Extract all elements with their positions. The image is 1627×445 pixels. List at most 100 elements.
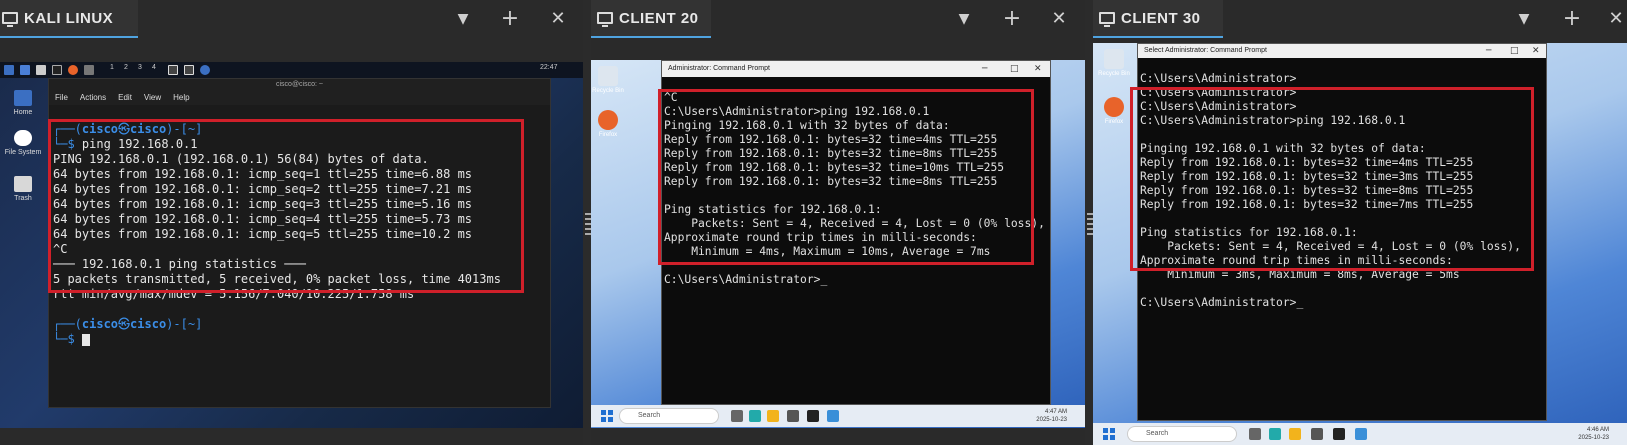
search-box[interactable]: Search [619, 408, 719, 424]
menu-help[interactable]: Help [173, 91, 189, 105]
close-window-button[interactable]: ✕ [1532, 44, 1540, 58]
cmd-taskbar-icon[interactable] [807, 410, 819, 422]
start-button[interactable] [601, 410, 613, 422]
menu-actions[interactable]: Actions [80, 91, 106, 105]
pane-header: KALI LINUX ▼ + ✕ [0, 0, 583, 38]
widgets-icon[interactable] [1269, 428, 1281, 440]
app-icon[interactable] [20, 65, 30, 75]
pane-body: Recycle Bin Firefox Select Administrator… [1093, 38, 1627, 445]
desktop-icon-label: Firefox [598, 132, 618, 138]
dropdown-button[interactable]: ▼ [1511, 6, 1537, 32]
start-button[interactable] [1103, 428, 1115, 440]
add-button[interactable]: + [999, 6, 1025, 32]
tab-title: KALI LINUX [24, 9, 114, 27]
store-icon[interactable] [787, 410, 799, 422]
dropdown-button[interactable]: ▼ [951, 6, 977, 32]
app-icon[interactable] [52, 65, 62, 75]
add-button[interactable]: + [1559, 6, 1585, 32]
desktop-icon-recycle-bin[interactable]: Recycle Bin [591, 66, 625, 94]
command-line: └─$ [53, 332, 550, 347]
windows-taskbar: Search 4:46 AM 2025-10-23 [1093, 423, 1627, 445]
minimize-button[interactable]: ─ [982, 61, 987, 77]
cmd-taskbar-icon[interactable] [1333, 428, 1345, 440]
workspace-3[interactable]: 3 [138, 64, 142, 71]
maximize-button[interactable]: □ [1510, 44, 1519, 58]
highlight-box [1130, 87, 1534, 271]
app-icon[interactable] [36, 65, 46, 75]
windows-desktop: Recycle Bin Firefox Administrator: Comma… [591, 60, 1085, 428]
cmd-window[interactable]: Administrator: Command Prompt ─ □ ✕ ^C C:… [658, 60, 1051, 405]
file-explorer-icon[interactable] [767, 410, 779, 422]
menu-file[interactable]: File [55, 91, 68, 105]
desktop-icon-home[interactable]: Home [4, 90, 42, 116]
desktop-icon-recycle-bin[interactable]: Recycle Bin [1097, 49, 1131, 77]
app-taskbar-icon[interactable] [1355, 428, 1367, 440]
text-cursor: _ [1296, 296, 1304, 309]
prompt-line: ┌──(cisco㉿cisco)-[~] [53, 317, 203, 331]
app-icon[interactable] [200, 65, 210, 75]
clock: 22:47 [540, 64, 558, 71]
store-icon[interactable] [1311, 428, 1323, 440]
highlight-box [48, 119, 524, 293]
desktop-icon-label: Trash [14, 195, 32, 202]
terminal-taskbar-icon[interactable] [168, 65, 178, 75]
desktop-icon-label: Firefox [1104, 119, 1124, 125]
desktop-icon-file-system[interactable]: File System [4, 130, 42, 156]
text-cursor [81, 333, 90, 346]
minimize-button[interactable]: ─ [1486, 44, 1491, 58]
app-taskbar-icon[interactable] [827, 410, 839, 422]
windows-taskbar: Search 4:47 AM 2025-10-23 [591, 405, 1085, 427]
search-box[interactable]: Search [1127, 426, 1237, 442]
window-title: Select Administrator: Command Prompt [1144, 47, 1267, 54]
pane-header: CLIENT 20 ▼ + ✕ [591, 0, 1085, 38]
widgets-icon[interactable] [749, 410, 761, 422]
pane-header: CLIENT 30 ▼ + ✕ [1093, 0, 1627, 38]
desktop-icon-trash[interactable]: Trash [4, 176, 42, 202]
pane-body: Recycle Bin Firefox Administrator: Comma… [591, 38, 1085, 445]
file-explorer-icon[interactable] [1289, 428, 1301, 440]
kali-top-panel: 1 2 3 4 22:47 [0, 62, 583, 78]
menu-edit[interactable]: Edit [118, 91, 132, 105]
tab-kali-linux[interactable]: KALI LINUX [0, 0, 138, 38]
kali-desktop: 1 2 3 4 22:47 Home File System Trash cis… [0, 62, 583, 428]
kali-terminal-window[interactable]: cisco@cisco: ~ File Actions Edit View He… [48, 78, 551, 408]
desktop-icon-label: Home [13, 109, 33, 116]
prompt-line: C:\Users\Administrator>_ [1140, 296, 1304, 309]
taskbar-clock: 4:46 AM 2025-10-23 [1578, 427, 1609, 441]
pane-body: 1 2 3 4 22:47 Home File System Trash cis… [0, 38, 583, 445]
app-icon[interactable] [84, 65, 94, 75]
workspace-2[interactable]: 2 [124, 64, 128, 71]
workspace-4[interactable]: 4 [152, 64, 156, 71]
taskbar-clock: 4:47 AM 2025-10-23 [1036, 409, 1067, 423]
tab-client-20[interactable]: CLIENT 20 [591, 0, 711, 38]
app-icon[interactable] [184, 65, 194, 75]
tab-title: CLIENT 30 [1121, 9, 1201, 27]
dropdown-button[interactable]: ▼ [450, 6, 476, 32]
pane-client-20: CLIENT 20 ▼ + ✕ Recycle Bin Firefox Admi… [591, 0, 1085, 445]
workspace-1[interactable]: 1 [110, 64, 114, 71]
add-button[interactable]: + [497, 6, 523, 32]
monitor-icon [1099, 12, 1115, 27]
close-button[interactable]: ✕ [1603, 6, 1627, 32]
cmd-window[interactable]: Select Administrator: Command Prompt ─ □… [1130, 43, 1547, 421]
close-button[interactable]: ✕ [545, 6, 571, 32]
desktop-icon-label: File System [4, 149, 42, 156]
monitor-icon [597, 12, 613, 27]
kali-menu-icon[interactable] [4, 65, 14, 75]
window-title: cisco@cisco: ~ [49, 79, 550, 91]
output-line: C:\Users\Administrator> [1140, 72, 1297, 85]
firefox-icon[interactable] [68, 65, 78, 75]
maximize-button[interactable]: □ [1010, 61, 1019, 77]
tab-client-30[interactable]: CLIENT 30 [1093, 0, 1223, 38]
menu-view[interactable]: View [144, 91, 161, 105]
desktop-icon-firefox[interactable]: Firefox [591, 110, 625, 138]
tab-title: CLIENT 20 [619, 9, 699, 27]
task-view-icon[interactable] [731, 410, 743, 422]
desktop-icon-firefox[interactable]: Firefox [1097, 97, 1131, 125]
close-button[interactable]: ✕ [1046, 6, 1072, 32]
task-view-icon[interactable] [1249, 428, 1261, 440]
close-window-button[interactable]: ✕ [1034, 61, 1042, 77]
text-cursor: _ [820, 273, 828, 286]
pane-client-30: CLIENT 30 ▼ + ✕ Recycle Bin Firefox Sele… [1093, 0, 1627, 445]
window-title-bar: Select Administrator: Command Prompt ─ □… [1138, 44, 1546, 58]
